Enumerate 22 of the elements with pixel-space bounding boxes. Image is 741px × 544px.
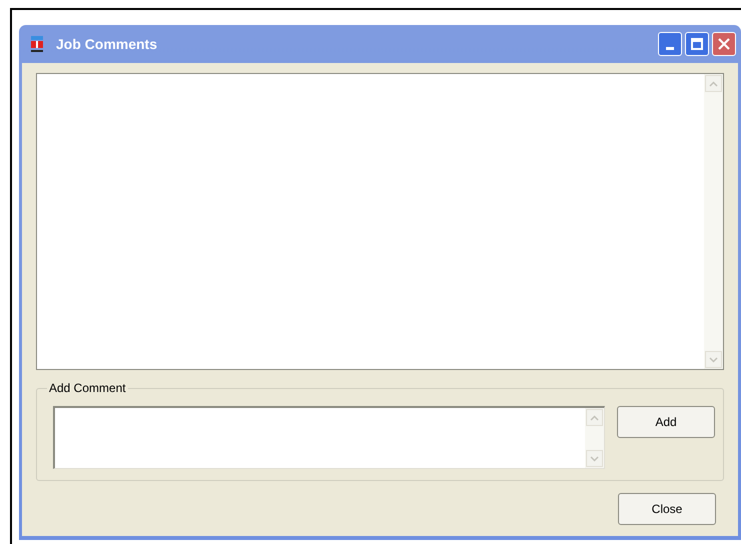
chevron-down-icon <box>590 456 599 462</box>
close-icon <box>718 38 730 50</box>
minimize-icon <box>666 47 674 50</box>
scroll-down-button[interactable] <box>586 450 603 467</box>
scrollbar[interactable] <box>585 408 604 468</box>
app-icon <box>30 35 44 53</box>
chevron-down-icon <box>709 356 718 362</box>
comment-input-field[interactable] <box>53 406 605 469</box>
window-title: Job Comments <box>56 34 158 54</box>
chevron-up-icon <box>709 80 718 86</box>
scroll-up-button[interactable] <box>705 75 722 92</box>
scrollbar[interactable] <box>704 74 723 369</box>
scroll-down-button[interactable] <box>705 351 722 368</box>
minimize-button[interactable] <box>658 32 682 56</box>
scroll-up-button[interactable] <box>586 409 603 426</box>
add-button[interactable]: Add <box>617 406 715 438</box>
maximize-button[interactable] <box>685 32 709 56</box>
close-button[interactable]: Close <box>618 493 716 525</box>
comments-list[interactable] <box>36 73 724 370</box>
close-window-button[interactable] <box>712 32 736 56</box>
maximize-icon <box>691 38 703 50</box>
chevron-up-icon <box>590 414 599 420</box>
